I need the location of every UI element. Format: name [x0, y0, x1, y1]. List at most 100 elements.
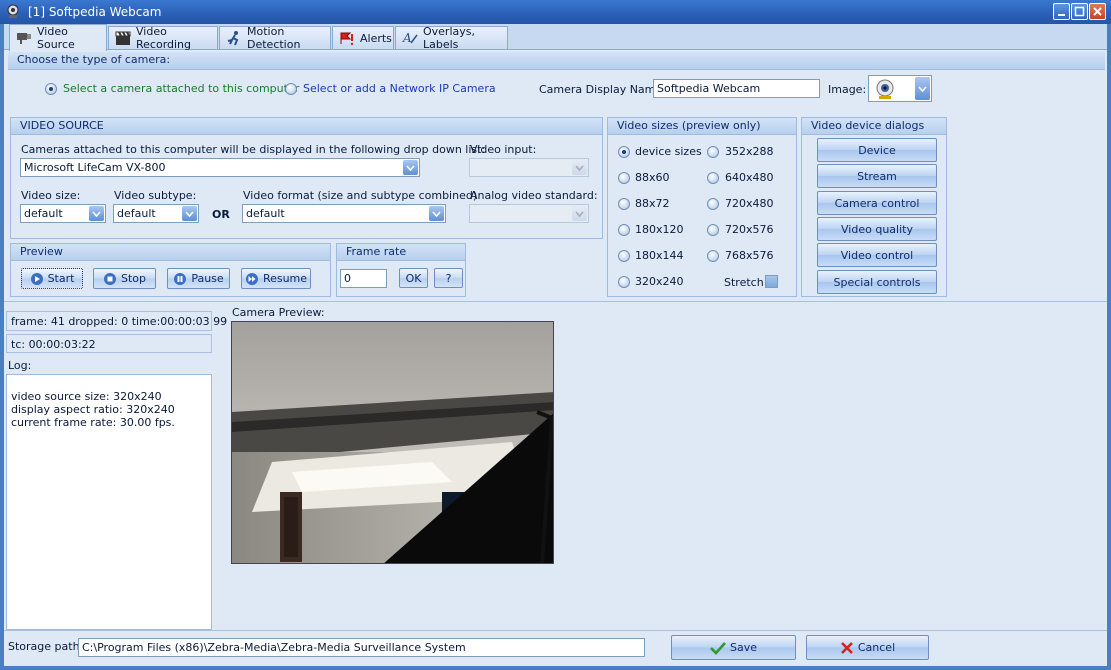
- camera-select[interactable]: Microsoft LifeCam VX-800: [20, 158, 420, 177]
- chevron-down-icon: [182, 206, 197, 221]
- radio-size-180x144[interactable]: [618, 250, 630, 262]
- timecode-readout: tc: 00:00:03:22: [6, 334, 212, 353]
- window-title: [1] Softpedia Webcam: [28, 5, 162, 19]
- chevron-down-icon: [403, 160, 418, 175]
- save-label: Save: [729, 641, 757, 654]
- chevron-down-icon: [89, 206, 104, 221]
- camera-icon: [17, 33, 31, 44]
- device-button[interactable]: Device: [817, 138, 937, 162]
- size-label-640x480[interactable]: 640x480: [725, 171, 774, 184]
- start-button[interactable]: Start: [21, 268, 83, 289]
- video-format-select[interactable]: default: [242, 204, 446, 223]
- tab-motion-detection[interactable]: Motion Detection: [219, 25, 331, 51]
- radio-size-320x240[interactable]: [618, 276, 630, 288]
- radio-size-768x576[interactable]: [707, 250, 719, 262]
- analog-standard-select[interactable]: [469, 204, 589, 223]
- radio-size-device[interactable]: [618, 146, 630, 158]
- close-button[interactable]: [1089, 3, 1106, 20]
- frame-rate-help-button[interactable]: ?: [434, 268, 463, 288]
- webcam-app-icon[interactable]: [6, 4, 20, 19]
- radio-size-180x120[interactable]: [618, 224, 630, 236]
- divider: [4, 301, 1107, 302]
- storage-path-input[interactable]: C:\Program Files (x86)\Zebra-Media\Zebra…: [78, 638, 645, 657]
- save-button[interactable]: Save: [671, 635, 796, 660]
- resume-icon: [245, 272, 258, 285]
- main-window: Video Source Video Recording Motion Dete…: [4, 24, 1107, 666]
- size-label-88x60[interactable]: 88x60: [635, 171, 670, 184]
- tab-video-source[interactable]: Video Source: [9, 24, 107, 51]
- image-label: Image:: [828, 83, 867, 96]
- camera-preview-video[interactable]: [231, 321, 554, 564]
- clapperboard-icon: [115, 31, 131, 45]
- image-select[interactable]: [868, 75, 932, 102]
- camera-display-name-input[interactable]: Softpedia Webcam: [653, 79, 820, 98]
- radio-size-88x72[interactable]: [618, 198, 630, 210]
- size-label-720x576[interactable]: 720x576: [725, 223, 774, 236]
- special-controls-button[interactable]: Special controls: [817, 270, 937, 294]
- tab-alerts[interactable]: Alerts: [332, 26, 394, 49]
- radio-size-88x60[interactable]: [618, 172, 630, 184]
- webcam-image-icon: [873, 78, 897, 103]
- stretch-checkbox[interactable]: [765, 275, 778, 288]
- start-label: Start: [47, 272, 75, 285]
- video-subtype-select[interactable]: default: [113, 204, 199, 223]
- size-label-320x240[interactable]: 320x240: [635, 275, 684, 288]
- video-input-select[interactable]: [469, 158, 589, 177]
- frame-rate-ok-button[interactable]: OK: [399, 268, 428, 288]
- stop-label: Stop: [120, 272, 146, 285]
- log-textarea[interactable]: video source size: 320x240 display aspec…: [6, 374, 212, 630]
- radio-size-352x288[interactable]: [707, 146, 719, 158]
- cancel-x-icon: [840, 641, 853, 654]
- video-quality-button[interactable]: Video quality: [817, 217, 937, 241]
- radio-local-camera[interactable]: [45, 83, 57, 95]
- radio-size-720x480[interactable]: [707, 198, 719, 210]
- tab-video-recording[interactable]: Video Recording: [108, 25, 218, 51]
- minimize-button[interactable]: [1053, 3, 1070, 20]
- size-label-180x144[interactable]: 180x144: [635, 249, 684, 262]
- radio-network-camera[interactable]: [285, 83, 297, 95]
- tab-label: Overlays, Labels: [423, 25, 475, 51]
- radio-local-camera-label[interactable]: Select a camera attached to this compute…: [63, 82, 299, 95]
- size-label-352x288[interactable]: 352x288: [725, 145, 774, 158]
- cameras-list-label: Cameras attached to this computer will b…: [21, 143, 486, 156]
- checkmark-icon: [710, 641, 726, 655]
- size-label-720x480[interactable]: 720x480: [725, 197, 774, 210]
- camera-control-button[interactable]: Camera control: [817, 191, 937, 215]
- video-input-label: Video input:: [470, 143, 537, 156]
- frame-rate-input[interactable]: 0: [340, 269, 387, 288]
- title-bar: [1] Softpedia Webcam: [0, 0, 1111, 24]
- video-size-select[interactable]: default: [20, 204, 106, 223]
- video-format-label: Video format (size and subtype combined): [243, 189, 478, 202]
- device-dialogs-panel: Video device dialogs Device Stream Camer…: [801, 117, 947, 297]
- tab-strip: Video Source Video Recording Motion Dete…: [4, 24, 1107, 51]
- frame-rate-panel: Frame rate 0 OK ?: [336, 243, 466, 297]
- frame-info-readout: frame: 41 dropped: 0 time:00:00:03 99: [6, 311, 227, 331]
- stream-button[interactable]: Stream: [817, 164, 937, 188]
- video-size-label: Video size:: [21, 189, 81, 202]
- resume-button[interactable]: Resume: [241, 268, 311, 289]
- tab-label: Alerts: [360, 31, 392, 45]
- stop-button[interactable]: Stop: [93, 268, 156, 289]
- size-label-device[interactable]: device sizes: [635, 145, 702, 158]
- tab-overlays-labels[interactable]: A Overlays, Labels: [395, 25, 508, 51]
- size-label-180x120[interactable]: 180x120: [635, 223, 684, 236]
- size-label-88x72[interactable]: 88x72: [635, 197, 670, 210]
- pause-button[interactable]: Pause: [167, 268, 230, 289]
- radio-network-camera-label[interactable]: Select or add a Network IP Camera: [303, 82, 496, 95]
- pause-icon: [174, 272, 187, 285]
- video-control-button[interactable]: Video control: [817, 243, 937, 267]
- video-source-panel: VIDEO SOURCE Cameras attached to this co…: [10, 117, 603, 239]
- analog-standard-label: Analog video standard:: [470, 189, 598, 202]
- size-label-768x576[interactable]: 768x576: [725, 249, 774, 262]
- tab-label: Video Source: [37, 25, 75, 51]
- video-subtype-value: default: [117, 207, 156, 220]
- cancel-button[interactable]: Cancel: [806, 635, 929, 660]
- radio-size-720x576[interactable]: [707, 224, 719, 236]
- video-source-header: VIDEO SOURCE: [11, 118, 602, 135]
- stop-icon: [103, 272, 116, 285]
- maximize-button[interactable]: [1071, 3, 1088, 20]
- video-size-value: default: [24, 207, 63, 220]
- log-label: Log:: [8, 359, 32, 372]
- radio-size-640x480[interactable]: [707, 172, 719, 184]
- camera-preview-label: Camera Preview:: [232, 306, 325, 319]
